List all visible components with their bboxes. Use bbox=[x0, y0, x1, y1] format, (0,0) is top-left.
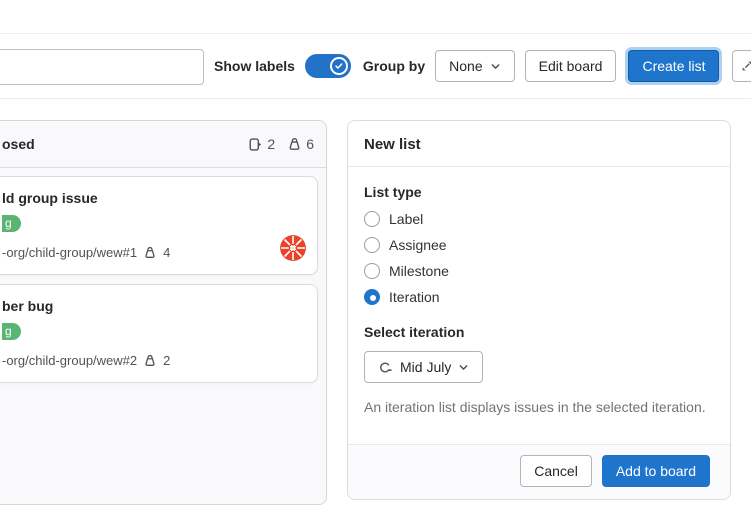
issue-title: ber bug bbox=[2, 298, 305, 314]
label-pill[interactable]: g bbox=[2, 215, 21, 232]
check-icon bbox=[330, 57, 348, 75]
weight-icon bbox=[287, 137, 302, 152]
expand-board-button[interactable] bbox=[732, 50, 751, 82]
iteration-dropdown[interactable]: Mid July bbox=[364, 351, 483, 383]
issue-title: ld group issue bbox=[2, 190, 305, 206]
issue-count: 2 bbox=[267, 136, 275, 152]
filter-input[interactable] bbox=[0, 49, 204, 85]
radio-checked-icon bbox=[364, 289, 380, 305]
arrows-expand-icon bbox=[740, 59, 751, 73]
radio-icon bbox=[364, 211, 380, 227]
card-list: ld group issue g -org/child-group/wew#1 … bbox=[0, 168, 326, 400]
radio-icon bbox=[364, 263, 380, 279]
group-by-value: None bbox=[449, 58, 482, 74]
label-pill[interactable]: g bbox=[2, 323, 21, 340]
issue-card[interactable]: ber bug g -org/child-group/wew#2 2 bbox=[0, 284, 318, 383]
issue-card[interactable]: ld group issue g -org/child-group/wew#1 … bbox=[0, 176, 318, 275]
avatar bbox=[280, 235, 306, 261]
radio-option-iteration[interactable]: Iteration bbox=[364, 289, 714, 305]
column-counts: 2 6 bbox=[248, 136, 314, 152]
show-labels-toggle[interactable] bbox=[305, 54, 351, 78]
select-iteration-label: Select iteration bbox=[364, 324, 714, 340]
radio-option-milestone[interactable]: Milestone bbox=[364, 263, 714, 279]
radio-icon bbox=[364, 237, 380, 253]
weight-icon bbox=[143, 246, 157, 260]
issue-reference: -org/child-group/wew#1 bbox=[2, 245, 137, 260]
radio-option-assignee[interactable]: Assignee bbox=[364, 237, 714, 253]
board-toolbar: Show labels Group by None Edit board Cre… bbox=[0, 33, 751, 99]
chevron-down-icon bbox=[458, 362, 469, 373]
add-to-board-button[interactable]: Add to board bbox=[602, 455, 710, 487]
column-title: osed bbox=[2, 136, 35, 152]
issue-reference: -org/child-group/wew#2 bbox=[2, 353, 137, 368]
edit-board-button[interactable]: Edit board bbox=[525, 50, 617, 82]
panel-footer: Cancel Add to board bbox=[348, 444, 730, 499]
iteration-value: Mid July bbox=[400, 359, 451, 375]
iteration-help-text: An iteration list displays issues in the… bbox=[364, 398, 709, 417]
group-by-dropdown[interactable]: None bbox=[435, 50, 514, 82]
radio-option-label[interactable]: Label bbox=[364, 211, 714, 227]
show-labels-label: Show labels bbox=[214, 58, 295, 74]
column-header: osed 2 6 bbox=[0, 121, 326, 168]
issues-count-icon bbox=[248, 137, 263, 152]
board-column-closed: osed 2 6 ld group issue g -org/ bbox=[0, 120, 327, 505]
iteration-icon bbox=[378, 360, 393, 375]
weight-icon bbox=[143, 354, 157, 368]
issue-weight: 2 bbox=[163, 353, 170, 368]
chevron-down-icon bbox=[490, 61, 501, 72]
new-list-panel: New list List type Label Assignee Milest… bbox=[347, 120, 731, 500]
cancel-button[interactable]: Cancel bbox=[520, 455, 592, 487]
group-by-label: Group by bbox=[363, 58, 425, 74]
panel-title: New list bbox=[348, 121, 730, 167]
issue-weight: 4 bbox=[163, 245, 170, 260]
create-list-button[interactable]: Create list bbox=[628, 50, 719, 82]
list-type-label: List type bbox=[364, 184, 714, 200]
total-weight: 6 bbox=[306, 136, 314, 152]
